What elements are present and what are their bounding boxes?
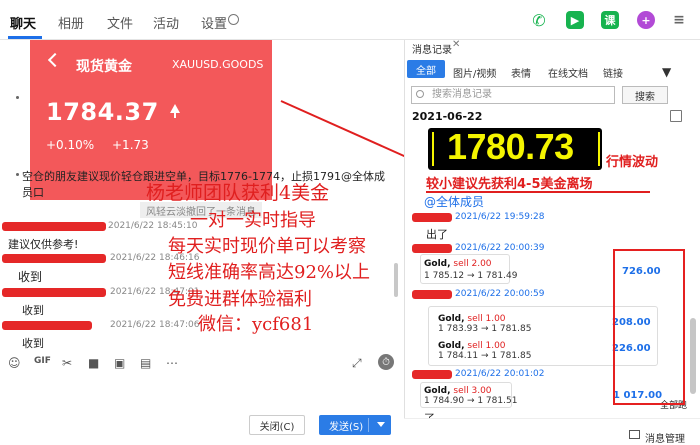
redacted-name	[412, 244, 452, 253]
trade-price: 1 783.93 → 1 781.85	[438, 324, 532, 334]
highlight-box	[613, 249, 685, 405]
history-title: 消息记录	[412, 45, 452, 56]
folder-icon[interactable]: ■	[88, 356, 102, 370]
history-tab-all[interactable]: 全部	[407, 60, 445, 78]
history-time: 2021/6/22 20:00:59	[455, 289, 545, 299]
chevron-down-icon[interactable]	[377, 422, 385, 427]
close-button[interactable]: 关闭(C)	[249, 415, 305, 435]
mention-all: @全体成员	[424, 195, 485, 209]
history-tab-emoji[interactable]: 表情	[511, 65, 531, 80]
history-time: 2021/6/22 20:00:39	[455, 243, 545, 253]
ticker-bracket	[432, 132, 434, 166]
trade-line: Gold, sell 3.00	[424, 386, 492, 396]
history-search-input[interactable]: 搜索消息记录	[411, 86, 615, 104]
message-manage-icon[interactable]	[629, 430, 640, 439]
calendar-icon[interactable]	[670, 110, 682, 122]
ticker-price: 1780.73	[447, 126, 574, 167]
scissors-icon[interactable]: ✂	[62, 356, 76, 370]
history-time: 2021/6/22 20:01:02	[455, 369, 545, 379]
screen-icon[interactable]: ▤	[140, 356, 154, 370]
trade-price: 1 784.11 → 1 781.85	[438, 351, 532, 361]
annotation-volatility: 行情波动	[606, 155, 659, 170]
history-text: 出了	[426, 228, 448, 241]
redacted-name	[412, 213, 452, 222]
clock-icon[interactable]: ⏱	[378, 354, 394, 370]
history-tab-media[interactable]: 图片/视频	[453, 65, 496, 80]
close-icon[interactable]: ✕	[452, 39, 460, 50]
redacted-name	[412, 370, 452, 379]
trade-price: 1 784.90 → 1 781.51	[424, 396, 518, 406]
history-tab-docs[interactable]: 在线文档	[548, 65, 588, 80]
filter-icon[interactable]: ▼	[662, 65, 671, 79]
history-date: 2021-06-22	[412, 110, 483, 123]
history-time: 2021/6/22 19:59:28	[455, 212, 545, 222]
send-separator	[368, 418, 369, 432]
trade-line: Gold, sell 1.00	[438, 314, 506, 324]
redacted-name	[412, 290, 452, 299]
search-icon	[416, 90, 424, 98]
message-manage-link[interactable]: 消息管理	[645, 430, 685, 445]
image-icon[interactable]: ▣	[114, 356, 128, 370]
annotation-advice: 较小建议先获利4-5美金离场	[426, 177, 593, 192]
gif-icon[interactable]: GIF	[34, 356, 51, 370]
ticker-bracket	[598, 132, 600, 166]
emoji-icon[interactable]: ☺	[8, 356, 22, 370]
expand-icon[interactable]: ⤢	[352, 356, 366, 370]
history-scrollbar[interactable]	[690, 318, 696, 394]
trade-line: Gold, sell 1.00	[438, 341, 506, 351]
more-icon[interactable]: ⋯	[166, 356, 180, 370]
history-search-button[interactable]: 搜索	[622, 86, 668, 104]
trade-line: Gold, sell 2.00	[424, 259, 492, 269]
history-tab-links[interactable]: 链接	[603, 65, 623, 80]
trade-price: 1 785.12 → 1 781.49	[424, 271, 518, 281]
